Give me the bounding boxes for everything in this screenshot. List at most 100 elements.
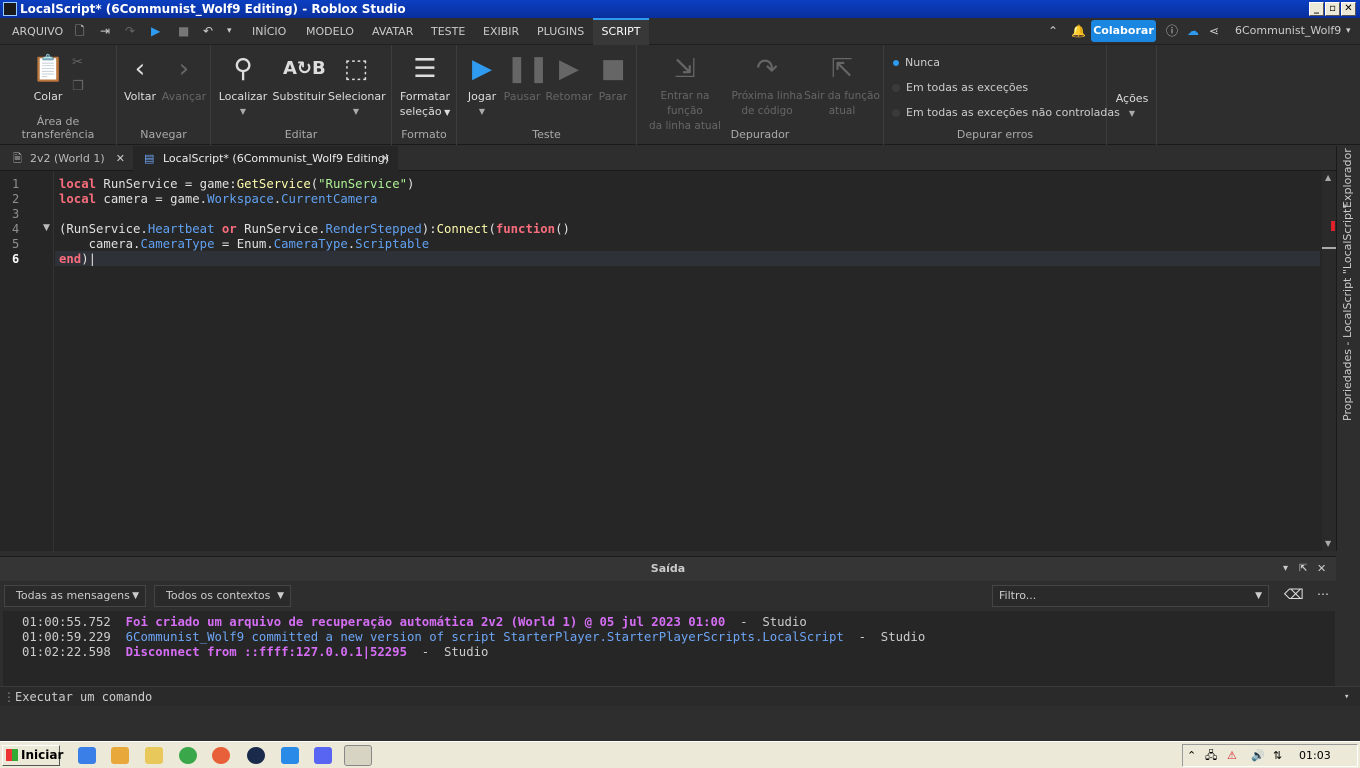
group-format: ☰ Formatar seleção ▼ Formato <box>392 45 457 145</box>
minimize-button[interactable]: _ <box>1309 2 1324 16</box>
start-button[interactable]: Iniciar <box>2 745 63 766</box>
copy-icon: ❐ <box>72 79 84 94</box>
media-player-icon[interactable] <box>111 747 129 764</box>
line-number: 3 <box>12 207 20 221</box>
scroll-up-icon[interactable]: ▲ <box>1325 173 1331 182</box>
collaborate-button[interactable]: Colaborar <box>1091 20 1156 42</box>
help-icon[interactable]: ⓘ <box>1166 24 1178 38</box>
group-label-debugger: Depurador <box>730 128 790 141</box>
more-options-icon[interactable]: ⋯ <box>1317 587 1329 601</box>
output-filter-input[interactable]: Filtro... ▼ <box>992 585 1269 607</box>
play-dropdown-icon: ▼ <box>478 107 486 116</box>
close-panel-icon[interactable]: ✕ <box>1317 557 1326 581</box>
command-bar[interactable]: ⋮ Executar um comando ▾ <box>0 686 1360 706</box>
firefox-icon[interactable] <box>212 747 230 764</box>
radio-all-exceptions[interactable]: Em todas as exceções <box>892 81 1028 94</box>
explorer-tab[interactable]: Explorador <box>1341 148 1354 208</box>
steam-icon[interactable] <box>247 747 265 764</box>
tab-2v2-world[interactable]: 🗎 2v2 (World 1) ✕ <box>0 146 133 171</box>
chevron-down-icon: ▼ <box>1255 591 1262 601</box>
group-label-edit: Editar <box>284 128 318 141</box>
close-tab-icon[interactable]: ✕ <box>381 146 390 171</box>
username-label[interactable]: 6Communist_Wolf9 <box>1235 24 1341 38</box>
resume-button: ▶ Retomar <box>545 54 593 103</box>
folder-icon[interactable] <box>145 747 163 764</box>
tab-plugins[interactable]: PLUGINS <box>537 18 584 45</box>
drag-handle-icon: ⋮ <box>3 690 15 704</box>
roblox-studio-active-task[interactable] <box>344 745 372 766</box>
paste-button[interactable]: 📋 Colar <box>26 53 70 104</box>
find-button[interactable]: ⚲ Localizar ▼ <box>218 53 268 119</box>
group-navigate: ‹ Voltar › Avançar Navegar <box>117 45 211 145</box>
close-window-button[interactable]: ✕ <box>1341 2 1356 16</box>
select-button[interactable]: ⬚ Selecionar ▼ <box>328 53 386 119</box>
tab-teste[interactable]: TESTE <box>431 18 465 45</box>
cloud-icon[interactable]: ☁ <box>1187 24 1199 38</box>
command-history-icon[interactable]: ▾ <box>1344 687 1349 707</box>
tab-localscript[interactable]: ▤ LocalScript* (6Communist_Wolf9 Editing… <box>133 146 398 171</box>
panel-dropdown-icon[interactable]: ▾ <box>1283 557 1288 581</box>
tab-avatar[interactable]: AVATAR <box>372 18 413 45</box>
chevron-down-icon: ▼ <box>132 591 139 601</box>
discord-icon[interactable] <box>314 747 332 764</box>
output-panel: Saída ▾ ⇱ ✕ Todas as mensagens ▼ Todos o… <box>0 556 1336 687</box>
undo-icon[interactable]: ↶ <box>203 24 213 38</box>
back-button[interactable]: ‹ Voltar <box>123 53 157 104</box>
properties-tab[interactable]: Propriedades - LocalScript "LocalScript" <box>1341 204 1354 421</box>
studio-bottom-area <box>0 706 1360 741</box>
editor-vertical-scrollbar[interactable]: ▲ ▼ <box>1322 171 1336 551</box>
tab-script[interactable]: SCRIPT <box>593 18 649 45</box>
actions-button[interactable]: Ações ▼ <box>1110 91 1154 121</box>
clock: 01:03 <box>1299 749 1331 762</box>
messages-filter-select[interactable]: Todas as mensagens ▼ <box>4 585 146 607</box>
select-icon: ⬚ <box>343 54 369 84</box>
clear-output-broom-icon[interactable]: ⌫ <box>1284 587 1304 603</box>
new-file-icon[interactable]: 🗋 <box>75 24 85 38</box>
group-label-format: Formato <box>401 128 447 141</box>
notifications-bell-icon[interactable]: 🔔 <box>1071 24 1086 38</box>
redo-disabled-icon: ↷ <box>125 24 136 38</box>
error-marker <box>1331 221 1335 231</box>
group-clipboard: 📋 Colar ✂ ❐ Área de transferência <box>0 45 117 145</box>
line-number: 5 <box>12 237 20 251</box>
play-quick-icon[interactable]: ▶ <box>151 24 160 38</box>
play-button[interactable]: ▶ Jogar ▼ <box>462 53 502 119</box>
command-input[interactable]: Executar um comando <box>15 690 152 704</box>
tab-modelo[interactable]: MODELO <box>306 18 354 45</box>
tray-expand-icon[interactable]: ⌃ <box>1187 745 1196 766</box>
tab-inicio[interactable]: INÍCIO <box>252 18 286 45</box>
group-label-clipboard: Área de transferência <box>21 115 95 141</box>
roblox-studio-taskbar-icon[interactable] <box>281 747 299 764</box>
radio-unhandled-exceptions[interactable]: Em todas as exceções não controladas <box>892 106 1120 119</box>
quick-access-dropdown-icon[interactable]: ▾ <box>227 24 232 38</box>
close-tab-icon[interactable]: ✕ <box>116 146 125 171</box>
alert-icon[interactable]: ⚠ <box>1227 745 1237 766</box>
radio-never[interactable]: Nunca <box>892 56 940 69</box>
network-icon[interactable]: 🖧 <box>1205 745 1217 766</box>
volume-icon[interactable]: 🔊 <box>1251 745 1265 766</box>
user-menu-chevron-icon[interactable]: ▾ <box>1346 24 1351 38</box>
window-title-bar: LocalScript* (6Communist_Wolf9 Editing) … <box>0 0 1360 18</box>
resume-icon: ▶ <box>559 54 579 84</box>
tab-exibir[interactable]: EXIBIR <box>483 18 519 45</box>
fold-arrow-icon[interactable]: ▼ <box>43 223 50 233</box>
chrome-icon[interactable] <box>179 747 197 764</box>
format-selection-button[interactable]: ☰ Formatar seleção ▼ <box>396 53 454 120</box>
step-over-icon: ↷ <box>756 54 778 84</box>
collapse-ribbon-icon[interactable]: ⌃ <box>1048 24 1058 38</box>
import-icon[interactable]: ⇥ <box>100 24 110 38</box>
connection-icon[interactable]: ⇅ <box>1273 745 1282 766</box>
clipboard-icon: 📋 <box>32 54 65 84</box>
menu-file[interactable]: ARQUIVO <box>12 18 63 45</box>
internet-explorer-icon[interactable] <box>78 747 96 764</box>
maximize-button[interactable]: ▫ <box>1325 2 1340 16</box>
undock-icon[interactable]: ⇱ <box>1299 557 1307 581</box>
script-editor[interactable]: 1 2 3 4 5 6 ▼ local RunService = game:Ge… <box>0 171 1336 551</box>
stop-quick-icon[interactable]: ■ <box>178 24 189 38</box>
contexts-filter-select[interactable]: Todos os contextos ▼ <box>154 585 291 607</box>
replace-button[interactable]: A↻B Substituir <box>271 53 327 104</box>
radio-unselected-icon <box>892 109 900 117</box>
line-number: 1 <box>12 177 20 191</box>
scroll-down-icon[interactable]: ▼ <box>1325 539 1331 548</box>
share-icon[interactable]: ⋖ <box>1209 24 1219 38</box>
